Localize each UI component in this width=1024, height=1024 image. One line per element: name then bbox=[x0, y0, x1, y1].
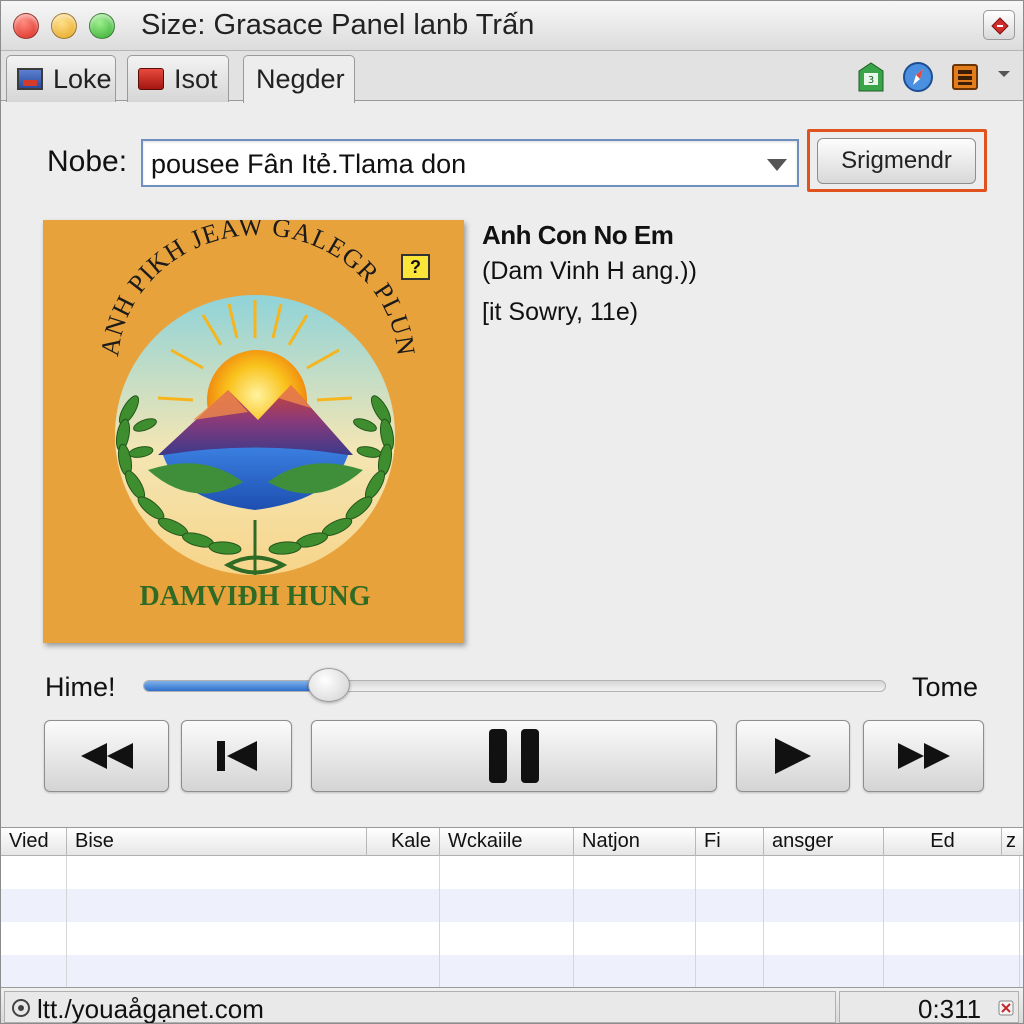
album-bottom-text: DAMVIĐH HUNG bbox=[140, 581, 371, 612]
zoom-window-button[interactable] bbox=[89, 13, 115, 39]
minimize-window-button[interactable] bbox=[51, 13, 77, 39]
album-cover-image: ANH PIKH JEAW GALEGR PLUN DAMVIĐH HUNG bbox=[43, 220, 464, 643]
tab-label: Negder bbox=[256, 64, 345, 94]
dropdown-arrow-icon[interactable] bbox=[765, 157, 789, 173]
progress-knob[interactable] bbox=[307, 668, 350, 702]
track-meta: [it Sowry, 11e) bbox=[482, 298, 639, 326]
fast-forward-button[interactable] bbox=[863, 720, 984, 792]
table-row[interactable] bbox=[1, 922, 1023, 955]
status-time-panel: 0:311 bbox=[839, 991, 1019, 1023]
player-window: Size: Grasace Panel Ɩanb Trấn Loke Isot … bbox=[0, 0, 1024, 1024]
diamond-icon bbox=[991, 17, 1009, 35]
play-button[interactable] bbox=[736, 720, 850, 792]
title-bar: Size: Grasace Panel Ɩanb Trấn bbox=[1, 1, 1023, 51]
tab-isot[interactable]: Isot bbox=[127, 55, 229, 102]
globe-icon bbox=[12, 999, 30, 1017]
submit-button[interactable]: Srigmendr bbox=[817, 138, 976, 184]
column-header[interactable]: z bbox=[1002, 828, 1023, 856]
chevron-down-icon[interactable] bbox=[995, 65, 1013, 83]
film-icon[interactable] bbox=[949, 61, 981, 93]
status-url[interactable]: ltt./youaågạnet.com bbox=[37, 994, 264, 1023]
compass-icon[interactable] bbox=[902, 61, 934, 93]
column-header[interactable]: Wckaiile bbox=[440, 828, 574, 856]
column-header[interactable]: Vied bbox=[1, 828, 67, 856]
progress-fill bbox=[144, 681, 330, 691]
pause-button[interactable] bbox=[311, 720, 717, 792]
album-art: ANH PIKH JEAW GALEGR PLUN DAMVIĐH HUNG bbox=[43, 220, 464, 643]
status-bar: ltt./youaågạnet.com 0:311 bbox=[1, 987, 1023, 1023]
track-table: Vied Bise Kale Wckaiile Natjon Fi ansger… bbox=[1, 827, 1023, 988]
calendar-icon[interactable]: 3 bbox=[855, 61, 887, 93]
svg-text:3: 3 bbox=[868, 75, 874, 86]
tab-label: Isot bbox=[174, 63, 218, 94]
column-divider bbox=[695, 856, 696, 988]
fast-forward-icon bbox=[897, 743, 950, 769]
column-divider bbox=[1019, 856, 1020, 988]
window-title: Size: Grasace Panel Ɩanb Trấn bbox=[141, 9, 535, 41]
elapsed-label: Hime! bbox=[45, 672, 116, 702]
play-icon bbox=[775, 738, 811, 774]
window-menu-button[interactable] bbox=[983, 10, 1015, 40]
box-icon bbox=[138, 68, 164, 90]
table-row[interactable] bbox=[1, 856, 1023, 889]
table-row[interactable] bbox=[1, 955, 1023, 988]
status-url-panel: ltt./youaågạnet.com bbox=[4, 991, 836, 1023]
column-header[interactable]: Kale bbox=[367, 828, 440, 856]
tab-loke[interactable]: Loke bbox=[6, 55, 116, 102]
rewind-icon bbox=[80, 743, 133, 769]
column-divider bbox=[439, 856, 440, 988]
tab-negder[interactable]: Negder bbox=[243, 55, 355, 103]
search-combobox[interactable] bbox=[141, 139, 799, 187]
remaining-label: Tome bbox=[912, 672, 979, 702]
skip-back-icon bbox=[216, 741, 257, 771]
skip-back-button[interactable] bbox=[181, 720, 292, 792]
column-header[interactable]: Natjon bbox=[574, 828, 696, 856]
close-window-button[interactable] bbox=[13, 13, 39, 39]
picture-icon bbox=[17, 68, 43, 90]
track-artist: (Dam Vinh H ang.)) bbox=[482, 257, 697, 285]
search-input[interactable] bbox=[151, 147, 751, 181]
column-header[interactable]: Bise bbox=[67, 828, 367, 856]
rewind-button[interactable] bbox=[44, 720, 169, 792]
status-time: 0:311 bbox=[918, 994, 982, 1024]
track-title: Anh Con No Em bbox=[482, 220, 674, 250]
tab-label: Loke bbox=[53, 63, 112, 94]
progress-slider[interactable] bbox=[143, 680, 886, 692]
table-header: Vied Bise Kale Wckaiile Natjon Fi ansger… bbox=[1, 828, 1023, 856]
pause-icon bbox=[489, 729, 539, 783]
help-badge-icon[interactable]: ? bbox=[401, 254, 430, 280]
column-header[interactable]: Fi bbox=[696, 828, 764, 856]
table-row[interactable] bbox=[1, 889, 1023, 922]
column-divider bbox=[573, 856, 574, 988]
column-divider bbox=[883, 856, 884, 988]
resize-grip-icon[interactable] bbox=[998, 1000, 1014, 1016]
column-divider bbox=[66, 856, 67, 988]
column-header[interactable]: Ed bbox=[884, 828, 1002, 856]
search-label: Nobe: bbox=[47, 145, 128, 178]
column-divider bbox=[763, 856, 764, 988]
column-header[interactable]: ansger bbox=[764, 828, 884, 856]
